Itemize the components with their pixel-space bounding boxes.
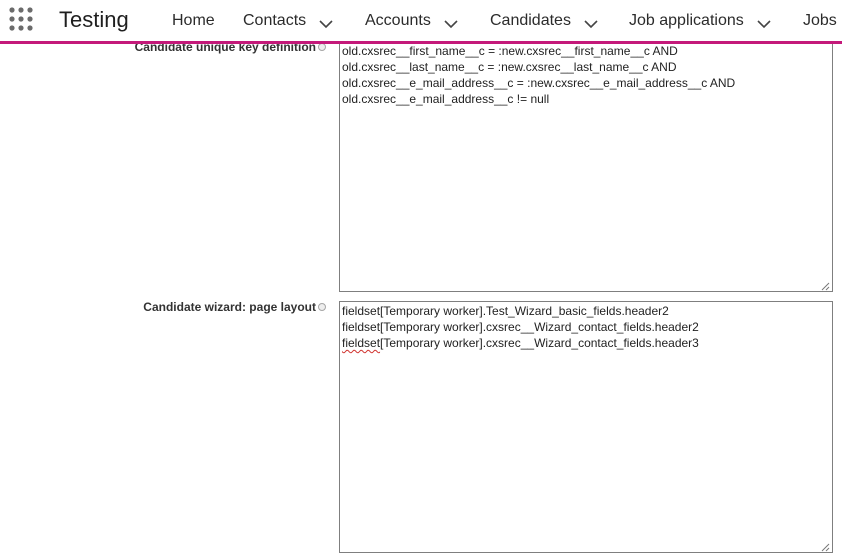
nav-item-label: Candidates: [490, 11, 571, 29]
text-line: fieldset[Temporary worker].cxsrec__Wizar…: [342, 320, 699, 334]
unique-key-textarea[interactable]: old.cxsrec__first_name__c = :new.cxsrec_…: [339, 44, 833, 292]
wizard-layout-textarea[interactable]: fieldset[Temporary worker].Test_Wizard_b…: [339, 301, 833, 553]
nav-item-jobs[interactable]: Jobs: [803, 0, 837, 41]
chevron-down-icon[interactable]: [757, 16, 771, 28]
unique-key-label-text: Candidate unique key definition: [134, 44, 316, 54]
app-title: Testing: [59, 7, 129, 32]
text-line: fieldset[Temporary worker].Test_Wizard_b…: [342, 304, 669, 318]
chevron-down-icon[interactable]: [584, 16, 598, 28]
wizard-layout-label-text: Candidate wizard: page layout: [143, 300, 316, 314]
app-launcher-icon[interactable]: [8, 6, 34, 32]
help-icon[interactable]: [318, 303, 326, 311]
nav-item-accounts[interactable]: Accounts: [365, 0, 458, 41]
chevron-down-icon[interactable]: [444, 16, 458, 28]
top-navigation-bar: Testing Home Contacts Accounts Candidate…: [0, 0, 842, 44]
wizard-layout-label: Candidate wizard: page layout: [143, 300, 326, 314]
nav-item-home[interactable]: Home: [172, 0, 215, 41]
nav-item-label: Contacts: [243, 11, 307, 29]
nav-item-label: Job applications: [629, 11, 744, 29]
text-line: fieldset[Temporary worker].cxsrec__Wizar…: [342, 335, 830, 351]
nav-item-label: Jobs: [803, 11, 837, 29]
help-icon[interactable]: [318, 44, 326, 51]
settings-form: Candidate unique key definition old.cxsr…: [0, 44, 842, 560]
text-line: old.cxsrec__first_name__c = :new.cxsrec_…: [342, 44, 678, 58]
nav-item-label: Accounts: [365, 11, 431, 29]
nav-item-label: Home: [172, 11, 215, 29]
text-line-rest: [Temporary worker].cxsrec__Wizard_contac…: [380, 336, 699, 350]
nav-item-contacts[interactable]: Contacts: [243, 0, 333, 41]
text-line: old.cxsrec__e_mail_address__c = :new.cxs…: [342, 76, 736, 90]
chevron-down-icon[interactable]: [319, 16, 333, 28]
text-line: old.cxsrec__e_mail_address__c != null: [342, 92, 550, 106]
unique-key-label: Candidate unique key definition: [135, 44, 326, 54]
spellcheck-flagged-word: fieldset: [342, 336, 381, 350]
resize-handle-icon[interactable]: [820, 540, 830, 552]
nav-item-candidates[interactable]: Candidates: [490, 0, 598, 41]
nav-item-job-applications[interactable]: Job applications: [629, 0, 771, 41]
page: Testing Home Contacts Accounts Candidate…: [0, 0, 842, 560]
text-line: old.cxsrec__last_name__c = :new.cxsrec__…: [342, 60, 677, 74]
resize-handle-icon[interactable]: [820, 279, 830, 291]
